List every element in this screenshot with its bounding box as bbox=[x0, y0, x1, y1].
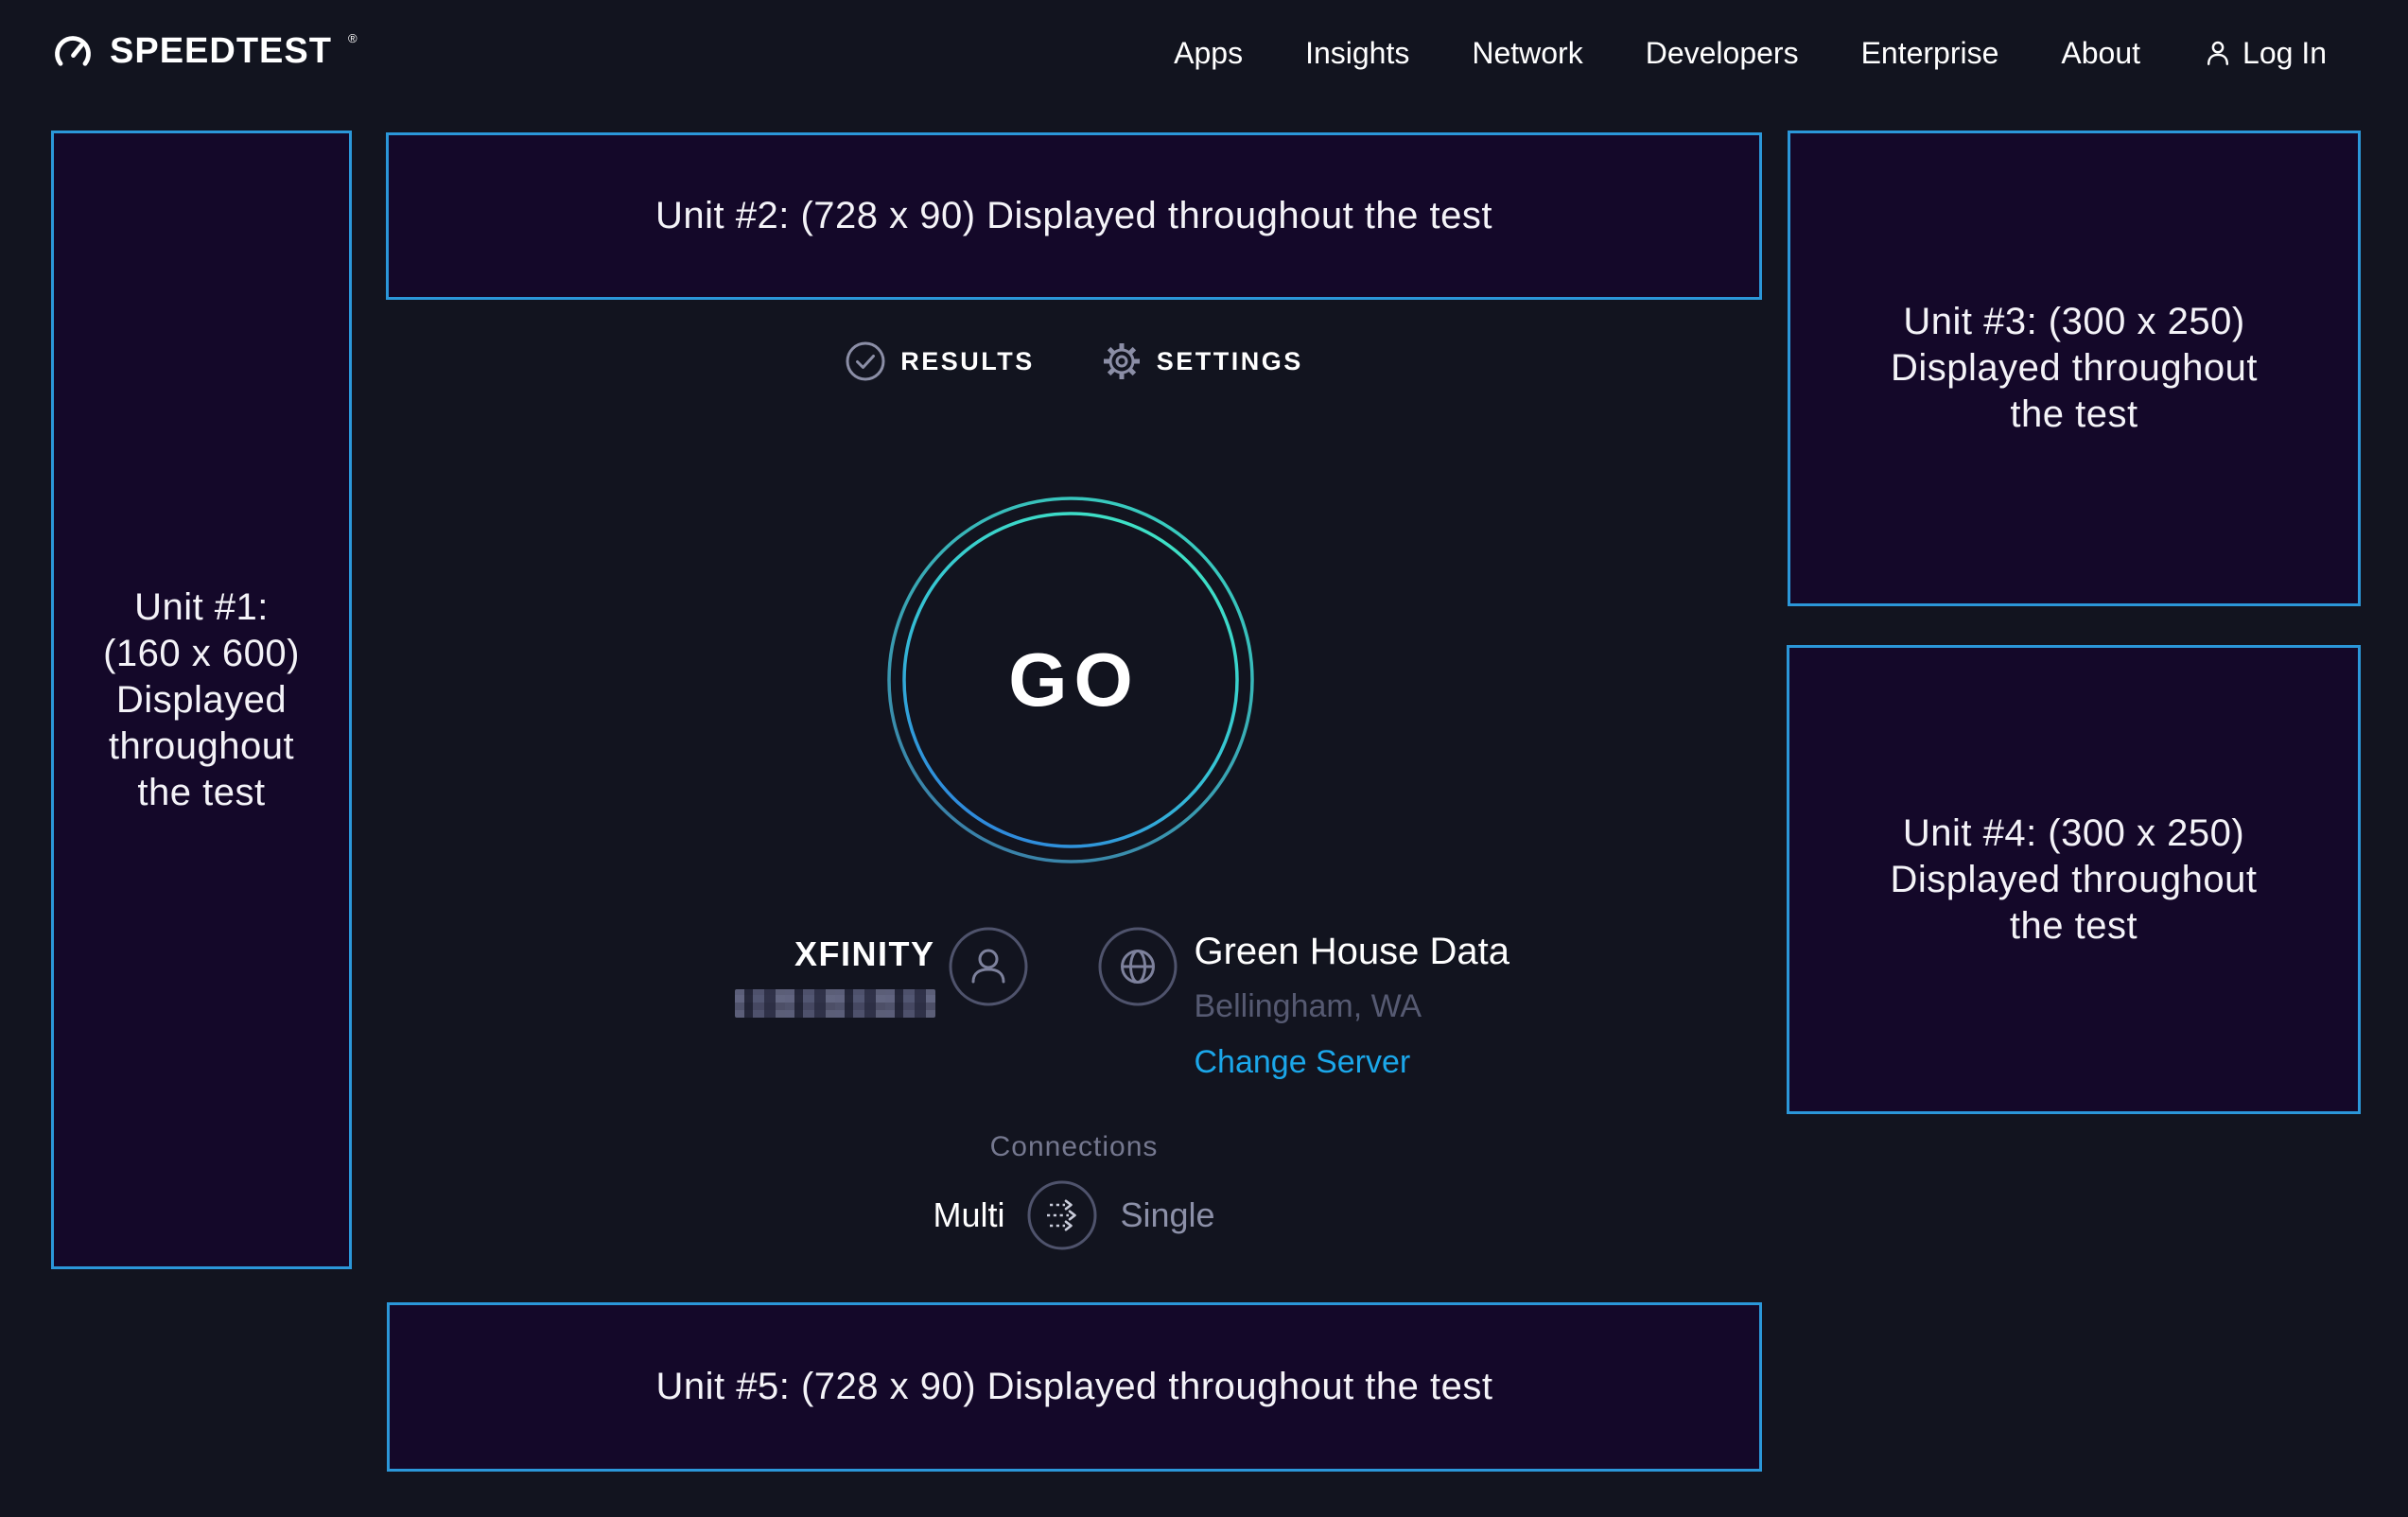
redacted-ip-address bbox=[735, 989, 935, 1018]
go-button-label: GO bbox=[886, 496, 1255, 864]
connections-row: Multi Single bbox=[933, 1180, 1214, 1250]
connections-single-option[interactable]: Single bbox=[1120, 1195, 1214, 1235]
tab-settings[interactable]: SETTINGS bbox=[1101, 340, 1303, 382]
ad-unit-5-leaderboard[interactable]: Unit #5: (728 x 90) Displayed throughout… bbox=[387, 1302, 1762, 1472]
server-block: Green House Data Bellingham, WA Change S… bbox=[1195, 931, 1526, 1081]
login-button[interactable]: Log In bbox=[2203, 36, 2327, 71]
nav-item-network[interactable]: Network bbox=[1472, 36, 1582, 71]
nav-item-insights[interactable]: Insights bbox=[1305, 36, 1409, 71]
connections-toggle-icon[interactable] bbox=[1027, 1180, 1097, 1250]
tab-results-label: RESULTS bbox=[900, 347, 1035, 376]
gear-icon bbox=[1101, 340, 1143, 382]
server-location: Bellingham, WA bbox=[1195, 988, 1422, 1025]
isp-block: XFINITY bbox=[623, 934, 935, 1018]
ad-unit-4-rectangle[interactable]: Unit #4: (300 x 250) Displayed throughou… bbox=[1787, 645, 2361, 1114]
speedtest-logo[interactable]: SPEEDTEST ® bbox=[51, 30, 358, 76]
change-server-link[interactable]: Change Server bbox=[1195, 1044, 1411, 1081]
tab-settings-label: SETTINGS bbox=[1157, 347, 1303, 376]
isp-person-icon bbox=[949, 927, 1028, 1006]
tab-results[interactable]: RESULTS bbox=[845, 340, 1035, 382]
ad-unit-3-rectangle[interactable]: Unit #3: (300 x 250) Displayed throughou… bbox=[1788, 131, 2361, 606]
connections-label: Connections bbox=[990, 1131, 1159, 1163]
provider-row: XFINITY Green House Data Bellingham, WA … bbox=[386, 927, 1762, 1081]
logo-wordmark: SPEEDTEST bbox=[110, 30, 332, 72]
nav-item-apps[interactable]: Apps bbox=[1174, 36, 1243, 71]
ad-unit-2-leaderboard[interactable]: Unit #2: (728 x 90) Displayed throughout… bbox=[386, 132, 1762, 300]
ad-unit-3-text: Unit #3: (300 x 250) Displayed throughou… bbox=[1891, 299, 2258, 438]
trademark-symbol: ® bbox=[348, 32, 358, 44]
login-label: Log In bbox=[2242, 36, 2327, 71]
header: SPEEDTEST ® Apps Insights Network Develo… bbox=[0, 0, 2408, 106]
check-circle-icon bbox=[845, 340, 886, 382]
connections-multi-option[interactable]: Multi bbox=[933, 1195, 1004, 1235]
isp-name: XFINITY bbox=[794, 934, 935, 974]
ad-unit-4-text: Unit #4: (300 x 250) Displayed throughou… bbox=[1890, 811, 2257, 950]
ad-unit-1-text: Unit #1: (160 x 600) Displayed throughou… bbox=[103, 584, 300, 816]
nav-item-developers[interactable]: Developers bbox=[1646, 36, 1799, 71]
user-icon bbox=[2203, 38, 2233, 68]
ad-unit-1-skyscraper[interactable]: Unit #1: (160 x 600) Displayed throughou… bbox=[51, 131, 352, 1269]
gauge-icon bbox=[51, 30, 95, 76]
ad-unit-5-text: Unit #5: (728 x 90) Displayed throughout… bbox=[655, 1364, 1492, 1410]
server-globe-icon bbox=[1098, 927, 1178, 1006]
tabs-bar: RESULTS SETTINGS bbox=[386, 340, 1762, 382]
nav-item-enterprise[interactable]: Enterprise bbox=[1861, 36, 1999, 71]
ad-unit-2-text: Unit #2: (728 x 90) Displayed throughout… bbox=[655, 193, 1492, 239]
connections-section: Connections Multi Single bbox=[386, 1131, 1762, 1250]
nav-item-about[interactable]: About bbox=[2061, 36, 2140, 71]
go-button[interactable]: GO bbox=[886, 496, 1255, 864]
main-nav: Apps Insights Network Developers Enterpr… bbox=[1174, 36, 2327, 71]
server-name: Green House Data bbox=[1195, 931, 1510, 973]
